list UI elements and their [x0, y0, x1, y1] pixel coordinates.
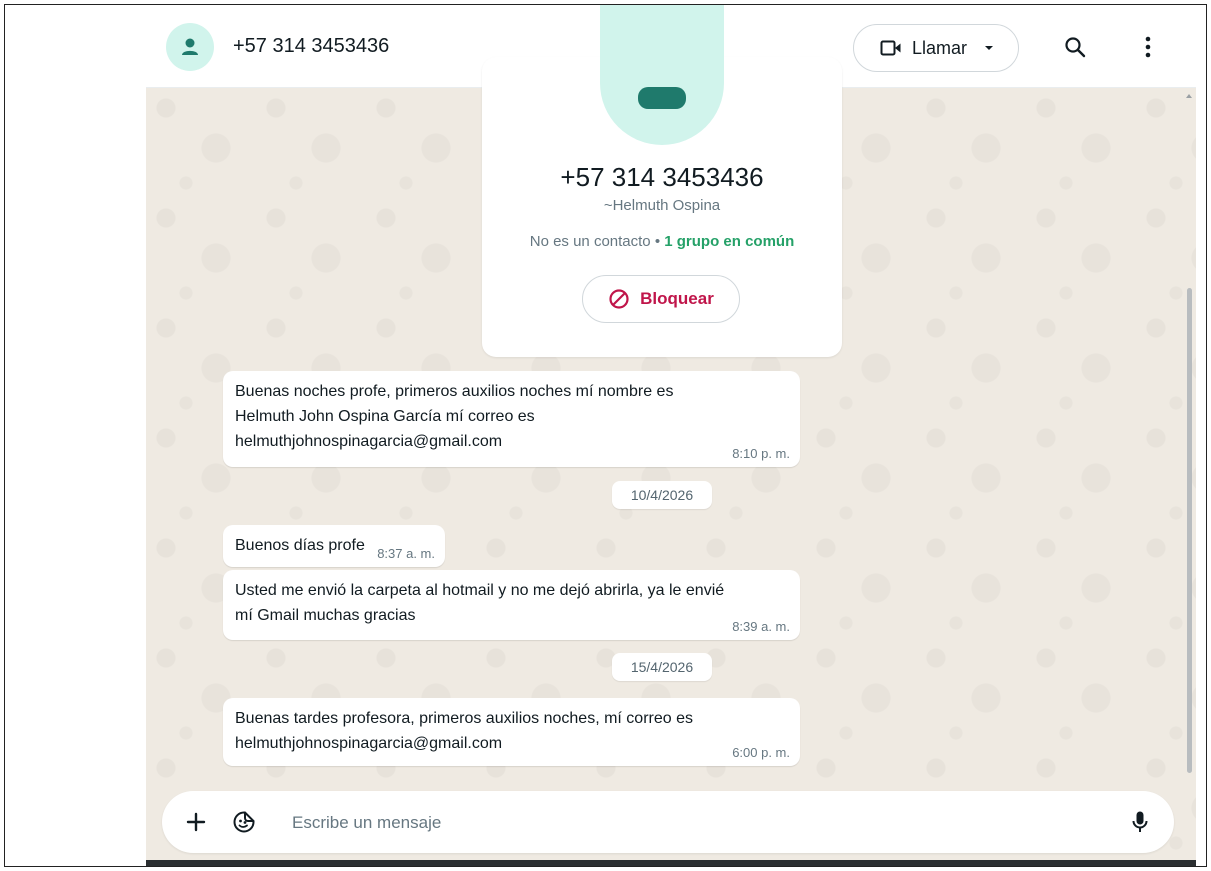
message-bubble[interactable]: Buenos días profe 8:37 a. m.: [223, 525, 445, 567]
contact-info-card: +57 314 3453436 ~Helmuth Ospina No es un…: [482, 5, 842, 357]
video-icon: [880, 40, 901, 56]
message-text: Buenas tardes profesora, primeros auxili…: [235, 710, 693, 727]
not-contact-label: No es un contacto: [529, 233, 651, 250]
message-bubble[interactable]: Usted me envió la carpeta al hotmail y n…: [223, 570, 800, 640]
message-text: helmuthjohnospinagarcia@gmail.com: [235, 433, 503, 450]
message-bubble[interactable]: Buenas tardes profesora, primeros auxili…: [223, 698, 800, 766]
message-time: 8:37 a. m.: [377, 546, 435, 561]
attach-button[interactable]: [176, 802, 216, 842]
menu-button[interactable]: [1128, 27, 1168, 67]
message-text: Usted me envió la carpeta al hotmail y n…: [235, 582, 725, 599]
avatar-person-icon: [182, 38, 198, 55]
message-composer: [162, 791, 1174, 853]
contact-card-avatar: [600, 5, 724, 145]
avatar-person-icon: [638, 87, 686, 109]
contact-avatar[interactable]: [166, 23, 214, 71]
chevron-down-icon: [985, 46, 994, 50]
message-bubble[interactable]: Buenas noches profe, primeros auxilios n…: [223, 371, 800, 467]
plus-icon: [186, 812, 206, 832]
message-time: 8:39 a. m.: [732, 619, 790, 634]
message-text: mí Gmail muchas gracias: [235, 607, 416, 624]
chat-scrollbar[interactable]: [1184, 88, 1194, 788]
date-separator: 15/4/2026: [612, 653, 712, 681]
block-icon: [609, 289, 629, 309]
voice-message-button[interactable]: [1120, 802, 1160, 842]
scrollbar-thumb[interactable]: [1187, 288, 1192, 773]
taskbar-edge: [146, 860, 1196, 866]
message-time: 8:10 p. m.: [732, 446, 790, 461]
sticker-icon: [233, 811, 255, 833]
message-input[interactable]: [290, 810, 994, 836]
menu-dots-icon: [1145, 36, 1151, 58]
contact-number: +57 314 3453436: [560, 162, 764, 192]
search-button[interactable]: [1055, 27, 1095, 67]
contact-status: No es un contacto • 1 grupo en común: [482, 233, 842, 250]
message-text: Buenas noches profe, primeros auxilios n…: [235, 383, 674, 400]
app-window: +57 314 3453436 Llamar +57 314 3453436 ~…: [4, 4, 1207, 867]
block-button[interactable]: Bloquear: [582, 275, 740, 323]
status-separator: •: [650, 233, 665, 250]
contact-push-name: ~Helmuth Ospina: [603, 197, 721, 214]
date-separator: 10/4/2026: [612, 481, 712, 509]
block-button-label: Bloquear: [640, 289, 714, 308]
message-time: 6:00 p. m.: [732, 745, 790, 760]
call-button-label: Llamar: [912, 37, 968, 58]
chat-panel: +57 314 3453436 Llamar +57 314 3453436 ~…: [146, 5, 1196, 866]
chat-title[interactable]: +57 314 3453436: [233, 35, 389, 58]
common-groups-link[interactable]: 1 grupo en común: [664, 233, 794, 250]
microphone-icon: [1132, 811, 1148, 832]
call-button[interactable]: Llamar: [853, 24, 1019, 72]
search-icon: [1065, 37, 1086, 58]
sticker-button[interactable]: [224, 802, 264, 842]
scroll-up-arrow-icon[interactable]: [1186, 94, 1192, 98]
message-text: helmuthjohnospinagarcia@gmail.com: [235, 735, 503, 752]
message-text: Helmuth John Ospina García mí correo es: [235, 408, 535, 425]
